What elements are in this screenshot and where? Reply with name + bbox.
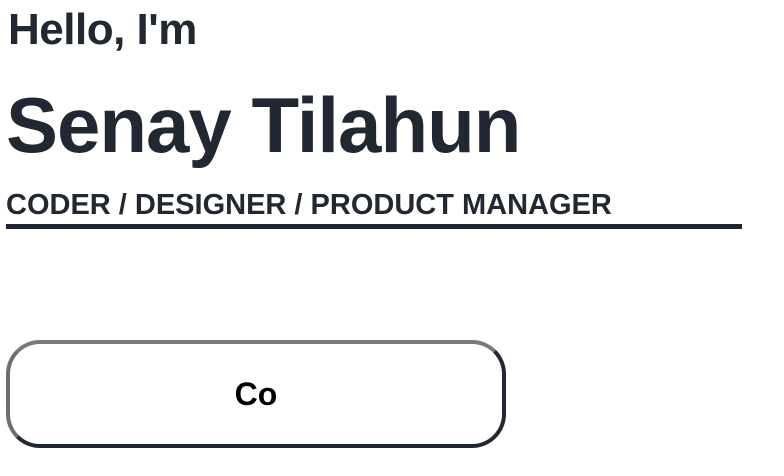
contact-button-label: Co: [234, 375, 278, 412]
name-heading: Senay Tilahun: [6, 81, 521, 169]
hero-section: Hello, I'm Senay Tilahun CODER / DESIGNE…: [0, 0, 784, 476]
greeting-heading: Hello, I'm: [8, 5, 197, 54]
roles-subtitle: CODER / DESIGNER / PRODUCT MANAGER: [6, 186, 742, 229]
contact-button[interactable]: Co: [6, 340, 506, 448]
